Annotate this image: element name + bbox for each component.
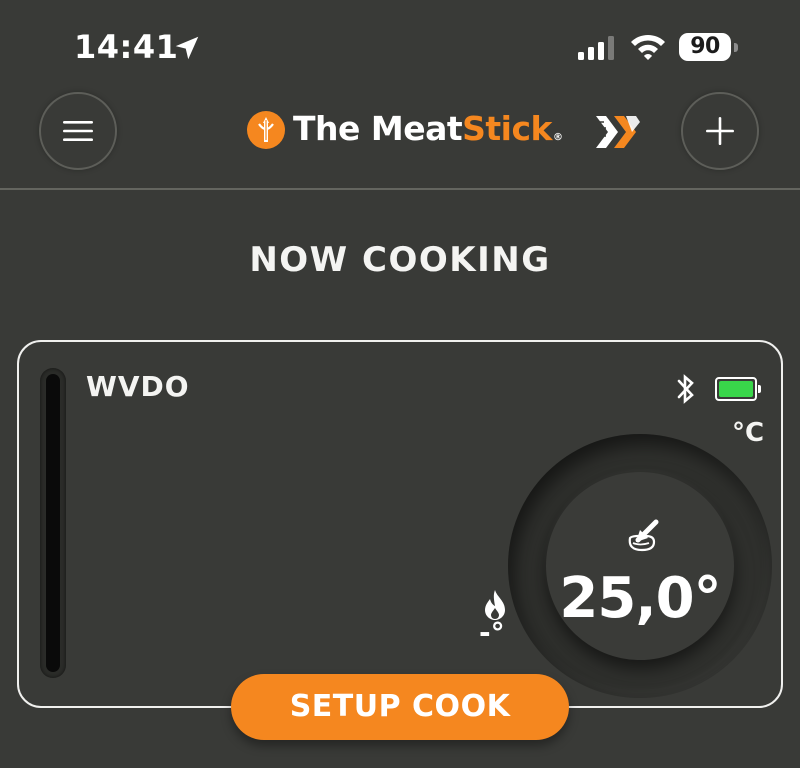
header-divider (0, 188, 800, 190)
probe-battery-indicator (715, 377, 763, 401)
add-button[interactable] (681, 92, 759, 170)
brand-the: The (293, 109, 371, 148)
temperature-gauge[interactable]: 25,0° (508, 434, 772, 698)
internal-temperature: 25,0° (559, 566, 721, 631)
ambient-temperature: -° (479, 616, 505, 649)
plus-icon (706, 117, 734, 145)
brand-registered-mark: ® (553, 132, 563, 143)
temperature-unit[interactable]: °C (732, 418, 764, 448)
app-screen: 14:41 90 The MeatStick® NOW COOKING WVDO… (0, 0, 800, 768)
probe-battery-fill (719, 381, 753, 397)
probe-progress-track (40, 368, 66, 678)
page-title: NOW COOKING (249, 240, 551, 280)
battery-level: 90 (679, 33, 731, 61)
status-bar: 14:41 90 (0, 0, 800, 90)
x-logo-icon[interactable] (592, 112, 644, 152)
brand-wordmark: The MeatStick® (293, 108, 563, 159)
battery-cap (734, 43, 738, 52)
battery-indicator: 90 (679, 33, 739, 61)
probe-name: WVDO (86, 370, 190, 403)
temperature-gauge-center: 25,0° (546, 472, 734, 660)
meat-probe-icon (628, 519, 659, 552)
hamburger-menu-icon (63, 121, 93, 141)
probe-battery-cap (758, 385, 761, 393)
cellular-signal-icon (578, 36, 614, 60)
wifi-icon (631, 34, 665, 60)
cook-card[interactable]: WVDO °C 25,0° -° (17, 340, 783, 708)
probe-battery-body (715, 377, 757, 401)
setup-cook-button[interactable]: SETUP COOK (231, 674, 569, 740)
app-header: The MeatStick® (0, 90, 800, 188)
meatstick-logo-icon (247, 111, 285, 149)
status-time: 14:41 (74, 28, 179, 66)
location-arrow-icon (175, 36, 199, 60)
brand-stick: Stick (462, 109, 553, 148)
brand-meat: Meat (370, 109, 463, 148)
bluetooth-icon (677, 374, 694, 404)
probe-progress-inner (46, 374, 60, 672)
menu-button[interactable] (39, 92, 117, 170)
